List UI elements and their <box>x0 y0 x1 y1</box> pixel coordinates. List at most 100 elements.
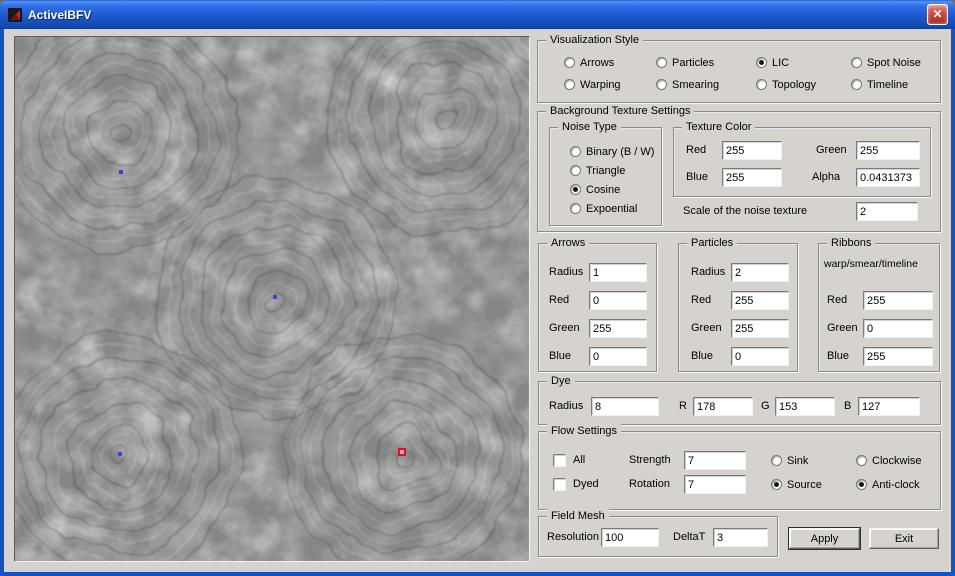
lic-texture <box>15 37 529 561</box>
radio-icon[interactable] <box>564 57 575 68</box>
apply-button[interactable]: Apply <box>789 528 860 549</box>
radio-icon[interactable] <box>570 203 581 214</box>
option-label: Timeline <box>867 79 908 91</box>
rotation-label: Rotation <box>629 475 670 494</box>
texture-green-label: Green <box>816 141 847 160</box>
particles-red-input[interactable] <box>731 291 789 310</box>
group-flow-settings: Flow Settings All Strength Sink Clockwis… <box>538 431 941 510</box>
group-field-mesh: Field Mesh Resolution DeltaT <box>538 516 778 557</box>
radio-icon[interactable] <box>656 79 667 90</box>
group-title: Ribbons <box>827 236 875 250</box>
dye-b-label: B <box>844 397 851 416</box>
arrows-red-input[interactable] <box>589 291 647 310</box>
dyed-checkbox[interactable] <box>553 478 566 491</box>
radio-icon[interactable] <box>851 57 862 68</box>
ribbons-green-label: Green <box>827 319 858 338</box>
ribbons-red-input[interactable] <box>863 291 933 310</box>
critical-point-marker[interactable] <box>119 170 123 174</box>
ribbons-blue-input[interactable] <box>863 347 933 366</box>
noise-option-binary[interactable]: Binary (B / W) <box>570 145 654 158</box>
dye-source-marker[interactable] <box>398 448 406 456</box>
option-label: Expoential <box>586 203 637 215</box>
viz-option-spot-noise[interactable]: Spot Noise <box>851 56 941 69</box>
arrows-blue-input[interactable] <box>589 347 647 366</box>
resolution-label: Resolution <box>547 528 599 547</box>
resolution-input[interactable] <box>601 528 659 547</box>
option-label: Topology <box>772 79 816 91</box>
strength-label: Strength <box>629 451 671 470</box>
radio-icon[interactable] <box>856 455 867 466</box>
radio-icon[interactable] <box>570 146 581 157</box>
exit-button[interactable]: Exit <box>869 528 939 549</box>
radio-icon[interactable] <box>570 165 581 176</box>
ribbons-red-label: Red <box>827 291 847 310</box>
sink-radio[interactable]: Sink <box>771 454 808 467</box>
title-bar[interactable]: ActiveIBFV ✕ <box>0 0 955 29</box>
viz-option-lic[interactable]: LIC <box>756 56 851 69</box>
group-title: Particles <box>687 236 737 250</box>
group-ribbons: Ribbons warp/smear/timeline Red Green Bl… <box>818 243 940 372</box>
option-label: Anti-clock <box>872 479 920 491</box>
texture-alpha-input[interactable] <box>856 168 920 187</box>
group-title: Background Texture Settings <box>546 104 694 118</box>
viz-option-particles[interactable]: Particles <box>656 56 756 69</box>
option-label: Cosine <box>586 184 620 196</box>
viz-option-smearing[interactable]: Smearing <box>656 78 756 91</box>
ribbons-green-input[interactable] <box>863 319 933 338</box>
noise-option-expoential[interactable]: Expoential <box>570 202 654 215</box>
particles-green-input[interactable] <box>731 319 789 338</box>
arrows-red-label: Red <box>549 291 569 310</box>
close-button[interactable]: ✕ <box>927 4 948 25</box>
window-title: ActiveIBFV <box>28 8 91 22</box>
texture-red-input[interactable] <box>722 141 782 160</box>
radio-icon[interactable] <box>856 479 867 490</box>
radio-icon[interactable] <box>771 455 782 466</box>
viz-option-warping[interactable]: Warping <box>564 78 656 91</box>
noise-scale-input[interactable] <box>856 202 918 221</box>
rotation-input[interactable] <box>684 475 746 494</box>
app-window: ActiveIBFV ✕ <box>0 0 955 576</box>
source-radio[interactable]: Source <box>771 478 822 491</box>
radio-icon[interactable] <box>771 479 782 490</box>
all-checkbox[interactable] <box>553 454 566 467</box>
viz-option-timeline[interactable]: Timeline <box>851 78 941 91</box>
anticlock-radio[interactable]: Anti-clock <box>856 478 920 491</box>
option-label: Smearing <box>672 79 719 91</box>
group-title: Field Mesh <box>547 509 609 523</box>
texture-green-input[interactable] <box>856 141 920 160</box>
radio-icon[interactable] <box>756 57 767 68</box>
radio-icon[interactable] <box>564 79 575 90</box>
strength-input[interactable] <box>684 451 746 470</box>
group-title: Dye <box>547 374 575 388</box>
noise-option-triangle[interactable]: Triangle <box>570 164 654 177</box>
radio-icon[interactable] <box>756 79 767 90</box>
flow-canvas[interactable] <box>14 36 530 562</box>
dye-g-label: G <box>761 397 770 416</box>
viz-option-topology[interactable]: Topology <box>756 78 851 91</box>
dye-radius-input[interactable] <box>591 397 659 416</box>
radio-icon[interactable] <box>851 79 862 90</box>
dye-b-input[interactable] <box>858 397 920 416</box>
arrows-green-label: Green <box>549 319 580 338</box>
noise-option-cosine[interactable]: Cosine <box>570 183 654 196</box>
arrows-green-input[interactable] <box>589 319 647 338</box>
arrows-radius-input[interactable] <box>589 263 647 282</box>
ribbons-blue-label: Blue <box>827 347 849 366</box>
dye-r-input[interactable] <box>693 397 753 416</box>
particles-radius-input[interactable] <box>731 263 789 282</box>
dye-g-input[interactable] <box>775 397 835 416</box>
option-label: LIC <box>772 57 789 69</box>
particles-blue-input[interactable] <box>731 347 789 366</box>
radio-icon[interactable] <box>570 184 581 195</box>
radio-icon[interactable] <box>656 57 667 68</box>
clockwise-radio[interactable]: Clockwise <box>856 454 922 467</box>
critical-point-marker[interactable] <box>118 452 122 456</box>
particles-green-label: Green <box>691 319 722 338</box>
deltat-input[interactable] <box>713 528 768 547</box>
group-noise-type: Noise Type Binary (B / W) Triangle Cosin… <box>549 127 662 226</box>
option-label: Sink <box>787 455 808 467</box>
critical-point-marker[interactable] <box>273 295 277 299</box>
texture-blue-input[interactable] <box>722 168 782 187</box>
option-label: Particles <box>672 57 714 69</box>
viz-option-arrows[interactable]: Arrows <box>564 56 656 69</box>
